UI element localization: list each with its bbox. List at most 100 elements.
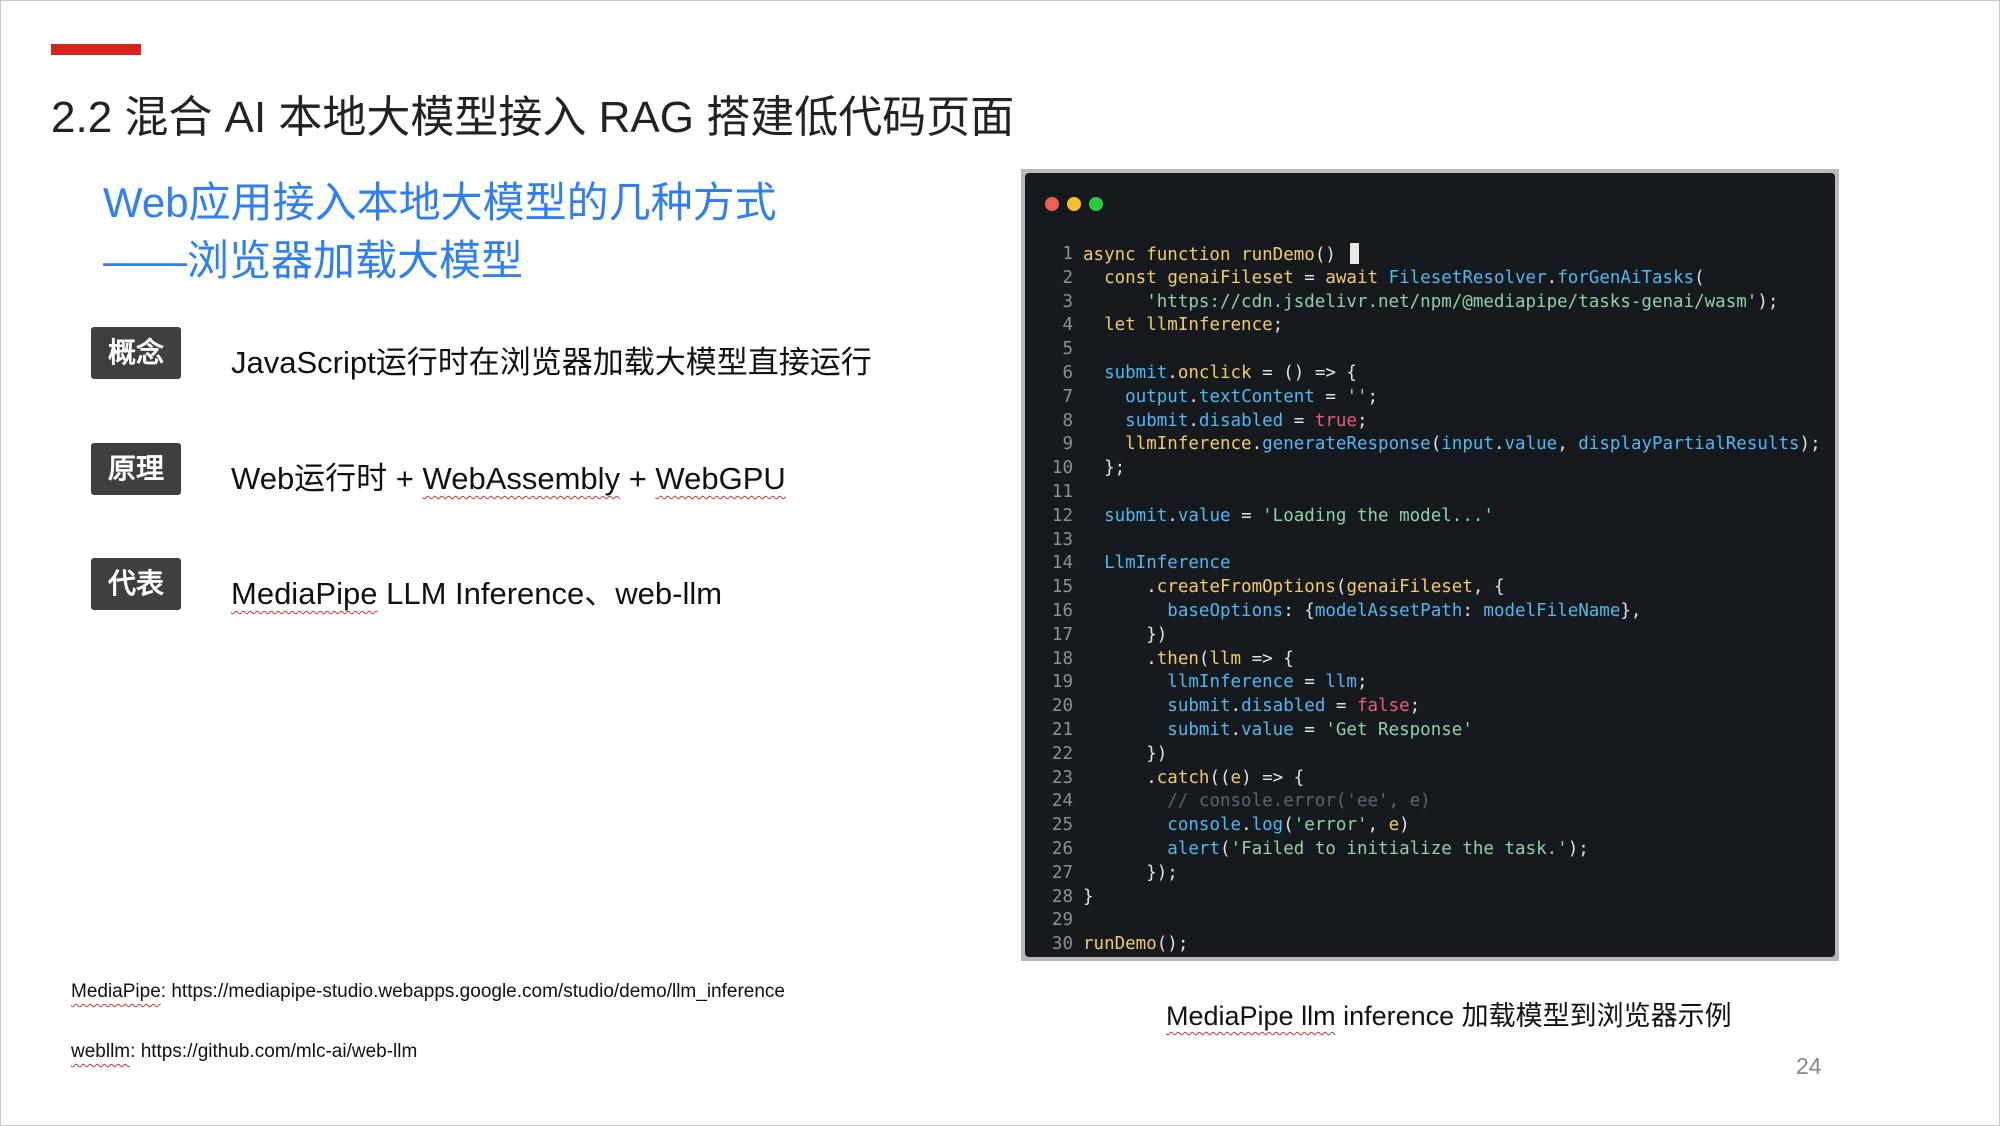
code-token: value	[1504, 434, 1558, 455]
code-token: .	[1167, 362, 1178, 383]
figure-caption: MediaPipe llm inference 加载模型到浏览器示例	[1166, 994, 1732, 1033]
code-text: async function runDemo()	[1083, 243, 1360, 267]
accent-bar	[51, 44, 141, 55]
line-number: 27	[1051, 862, 1073, 883]
code-token: =	[1230, 505, 1263, 526]
code-token: )	[1399, 815, 1410, 836]
concept-text: JavaScript运行时在浏览器加载大模型直接运行	[231, 345, 872, 380]
reference-webllm-label: webllm	[71, 1041, 131, 1062]
code-token: ;	[1356, 672, 1368, 693]
code-token: async function	[1083, 245, 1231, 265]
code-token: LlmInference	[1104, 553, 1231, 574]
reference-mediapipe-url[interactable]: https://mediapipe-studio.webapps.google.…	[171, 981, 785, 1002]
code-token: =	[1293, 719, 1326, 740]
code-line: 23 .catch((e) => {	[1025, 767, 1835, 791]
line-number: 22	[1051, 743, 1073, 764]
code-token: =	[1293, 267, 1326, 288]
code-text: llmInference.generateResponse(input.valu…	[1083, 433, 1820, 457]
code-token: genaiFileset	[1346, 577, 1473, 598]
code-token: llmInference	[1167, 672, 1294, 693]
code-text: }	[1083, 886, 1094, 910]
code-token: .	[1241, 815, 1252, 836]
code-token: (	[1430, 434, 1442, 455]
code-token: ;	[1367, 386, 1379, 407]
code-token: runDemo	[1083, 934, 1157, 955]
code-line: 13	[1025, 529, 1835, 553]
reference-webllm: webllm: https://github.com/mlc-ai/web-ll…	[71, 1041, 417, 1063]
window-controls	[1045, 197, 1103, 211]
code-text: output.textContent = '';	[1083, 386, 1378, 410]
code-text: submit.value = 'Get Response'	[1083, 719, 1473, 743]
principle-part-4: WebGPU	[655, 461, 786, 496]
code-line: 3 'https://cdn.jsdelivr.net/npm/@mediapi…	[1025, 291, 1835, 315]
code-token: e	[1388, 815, 1400, 836]
code-screenshot: 1 async function runDemo() 2 const genaiF…	[1021, 169, 1839, 961]
code-line: 27 });	[1025, 862, 1835, 886]
code-line: 21 submit.value = 'Get Response'	[1025, 719, 1835, 743]
code-token: ;	[1409, 696, 1421, 717]
code-token: modelFileName	[1483, 600, 1621, 621]
line-number: 5	[1062, 339, 1073, 360]
code-text: let llmInference;	[1083, 314, 1283, 338]
caption-part-2: inference 加载模型到浏览器示例	[1335, 1001, 1732, 1031]
code-line: 24 // console.error('ee', e)	[1025, 790, 1835, 814]
line-number: 26	[1051, 838, 1073, 859]
code-text: .createFromOptions(genaiFileset, {	[1083, 576, 1504, 600]
code-text: // console.error('ee', e)	[1083, 790, 1431, 814]
code-token: =	[1283, 410, 1315, 431]
code-token: ) => {	[1241, 767, 1305, 788]
code-token: submit	[1167, 719, 1231, 740]
code-line: 28}	[1025, 886, 1835, 910]
page-number: 24	[1796, 1053, 1822, 1079]
code-token: let	[1104, 315, 1136, 336]
code-lines: 1 async function runDemo() 2 const genaiF…	[1025, 243, 1835, 957]
code-token: disabled	[1198, 410, 1284, 431]
code-token: })	[1083, 624, 1168, 645]
code-token: llm	[1209, 648, 1242, 669]
line-number: 29	[1051, 910, 1073, 931]
code-token: generateResponse	[1262, 434, 1431, 455]
code-token: value	[1241, 719, 1294, 740]
line-number: 28	[1051, 886, 1073, 907]
code-token: , {	[1472, 577, 1505, 598]
line-number: 21	[1051, 719, 1073, 740]
line-number: 4	[1062, 315, 1073, 336]
code-text: LlmInference	[1083, 552, 1231, 576]
code-token: .	[1546, 267, 1558, 288]
code-token: });	[1083, 862, 1178, 883]
code-text: submit.disabled = false;	[1083, 695, 1420, 719]
code-line: 8 submit.disabled = true;	[1025, 410, 1835, 434]
code-token: await	[1325, 267, 1379, 288]
line-number: 8	[1062, 410, 1073, 431]
code-token: );	[1757, 291, 1779, 312]
code-token: // console.error('ee', e)	[1167, 791, 1431, 812]
code-token: .	[1230, 719, 1242, 740]
code-token: onclick	[1177, 362, 1252, 383]
slide: 2.2 混合 AI 本地大模型接入 RAG 搭建低代码页面 Web应用接入本地大…	[0, 0, 2000, 1126]
reference-webllm-url[interactable]: https://github.com/mlc-ai/web-llm	[141, 1041, 418, 1062]
maximize-dot-icon	[1089, 197, 1103, 211]
code-token: .	[1083, 577, 1157, 598]
line-number: 3	[1062, 291, 1073, 312]
code-token: ,	[1557, 434, 1579, 455]
line-number: 9	[1062, 434, 1073, 455]
subtitle-line-1: Web应用接入本地大模型的几种方式	[103, 179, 777, 226]
code-token: const	[1104, 267, 1157, 288]
line-number: 12	[1051, 505, 1073, 526]
code-token: },	[1620, 600, 1642, 621]
code-line: 9 llmInference.generateResponse(input.va…	[1025, 433, 1835, 457]
principle-part-1: Web运行时 +	[231, 461, 423, 496]
reference-webllm-sep: :	[130, 1041, 141, 1062]
code-token: = () => {	[1251, 362, 1357, 383]
caption-part-1: MediaPipe llm	[1166, 1001, 1336, 1031]
code-text: submit.onclick = () => {	[1083, 362, 1357, 386]
